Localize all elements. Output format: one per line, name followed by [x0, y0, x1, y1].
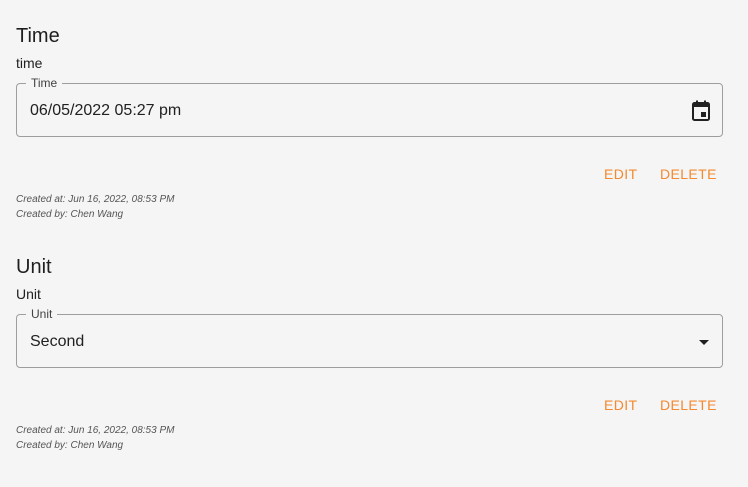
edit-button[interactable]: EDIT [604, 396, 638, 414]
calendar-icon[interactable] [691, 100, 711, 122]
unit-select[interactable]: Unit Second [16, 307, 723, 368]
time-section: Time time Time 06/05/2022 05:27 pm EDIT … [16, 24, 723, 222]
section-description: Unit [16, 286, 41, 302]
field-label: Time [26, 76, 63, 90]
created-by: Created by: Chen Wang [16, 440, 124, 451]
unit-value[interactable]: Second [30, 332, 84, 352]
field-label: Unit [26, 307, 58, 321]
delete-button[interactable]: DELETE [660, 165, 717, 183]
actions-row: EDIT DELETE [16, 156, 723, 192]
dropdown-arrow-icon[interactable] [699, 340, 709, 345]
time-value[interactable]: 06/05/2022 05:27 pm [30, 101, 181, 121]
section-title: Unit [16, 256, 52, 278]
section-description: time [16, 55, 43, 71]
created-at: Created at: Jun 16, 2022, 08:53 PM [16, 194, 175, 205]
created-at: Created at: Jun 16, 2022, 08:53 PM [16, 425, 175, 436]
edit-button[interactable]: EDIT [604, 165, 638, 183]
delete-button[interactable]: DELETE [660, 396, 717, 414]
unit-section: Unit Unit Unit Second EDIT DELETE Create… [16, 255, 723, 453]
created-by: Created by: Chen Wang [16, 209, 124, 220]
time-field[interactable]: Time 06/05/2022 05:27 pm [16, 76, 723, 137]
actions-row: EDIT DELETE [16, 387, 723, 423]
section-title: Time [16, 25, 60, 47]
